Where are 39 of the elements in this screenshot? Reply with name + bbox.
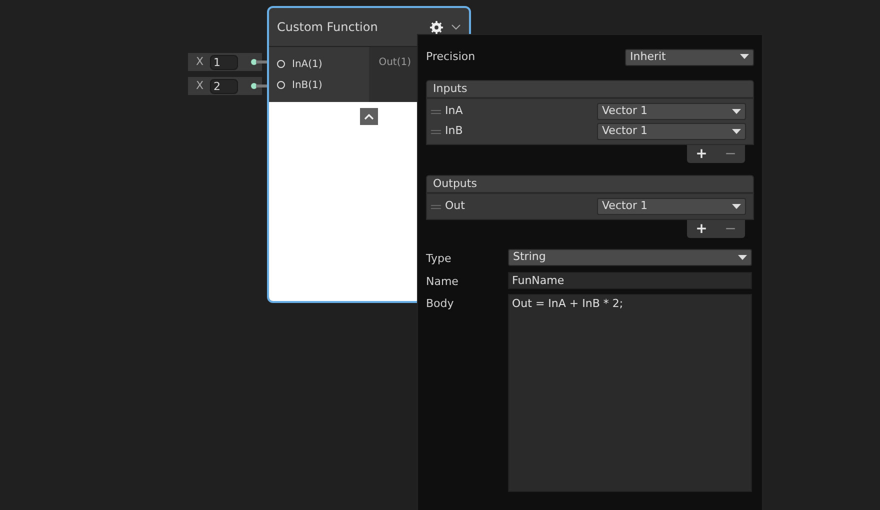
caret-icon [740,54,749,60]
add-button[interactable]: + [696,147,708,161]
collapse-button[interactable] [360,108,378,125]
add-button[interactable]: + [696,222,708,236]
drag-handle-icon[interactable] [431,130,441,134]
value-field[interactable]: 2 [210,78,238,94]
axis-label: X [196,78,204,94]
node-title: Custom Function [277,19,379,36]
connector-drawing [251,59,267,65]
value-field[interactable]: 1 [210,54,238,70]
list-item-label: Out [445,198,466,214]
type-dropdown[interactable]: String [508,249,752,266]
type-dropdown[interactable]: Vector 1 [597,198,746,215]
drag-handle-icon[interactable] [431,110,441,114]
input-chip[interactable]: X 1 [188,53,262,71]
port-label: Out(1) [378,56,411,70]
type-dropdown[interactable]: Vector 1 [597,103,746,120]
chevron-down-icon[interactable] [451,24,461,30]
chevron-up-icon [364,114,374,120]
caret-icon [732,128,741,134]
type-dropdown[interactable]: Vector 1 [597,123,746,140]
caret-icon [732,204,741,210]
list-item-label: InB [445,123,464,140]
port-label: InA(1) [292,58,322,72]
field-label: Type [426,251,452,267]
caret-icon [732,108,741,114]
connector-drawing [251,83,267,89]
input-chip[interactable]: X 2 [188,77,262,95]
caret-icon [738,254,747,260]
drag-handle-icon[interactable] [431,204,441,208]
precision-dropdown[interactable]: Inherit [625,48,754,66]
name-field[interactable]: FunName [508,272,752,288]
section-header: Outputs [426,175,754,193]
list-item-label: InA [445,103,464,120]
section-header: Inputs [426,80,754,98]
axis-label: X [196,54,204,70]
port-label: InB(1) [292,78,322,92]
code-editor[interactable]: Out = InA + InB * 2; [508,294,752,492]
field-label: Name [426,274,460,290]
